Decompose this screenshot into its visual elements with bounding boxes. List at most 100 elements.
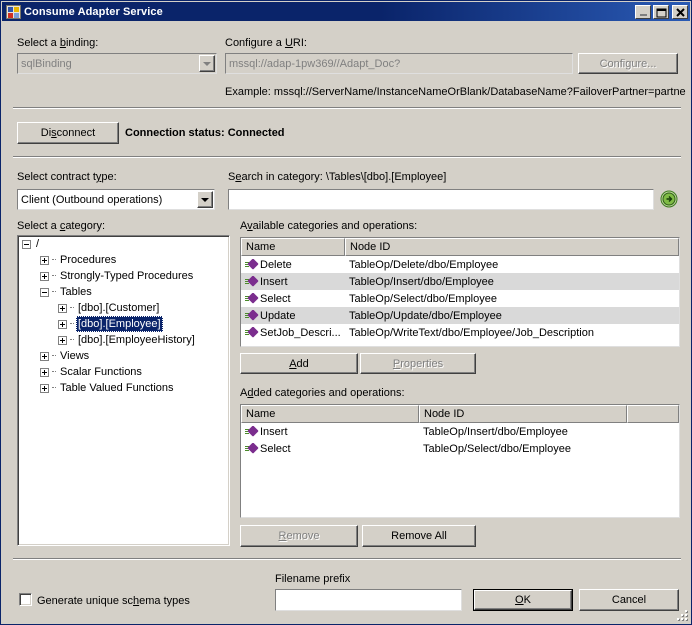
category-tree[interactable]: / Procedures Strongly-Typed Procedures Tabl…	[18, 236, 229, 545]
binding-combobox[interactable]: sqlBinding	[17, 53, 217, 74]
node-id-cell: TableOp/Update/dbo/Employee	[349, 309, 502, 322]
expand-plus-icon[interactable]	[40, 383, 49, 393]
added-header-row: Name Node ID	[241, 405, 679, 423]
expand-plus-icon[interactable]	[40, 271, 49, 281]
binding-label: Select a binding:	[17, 37, 99, 49]
operation-name-text: Insert	[260, 275, 288, 288]
node-id-cell: TableOp/WriteText/dbo/Employee/Job_Descr…	[349, 326, 594, 339]
tree-item-label: Strongly-Typed Procedures	[60, 270, 194, 282]
list-item[interactable]: Insert TableOp/Insert/dbo/Employee	[241, 273, 679, 290]
added-rows[interactable]: Insert TableOp/Insert/dbo/Employee Select T…	[241, 423, 679, 457]
tree-item[interactable]: [dbo].[Employee]	[18, 316, 229, 332]
expand-plus-icon[interactable]	[58, 303, 67, 313]
tree-connector	[52, 275, 56, 277]
close-icon[interactable]	[672, 4, 688, 19]
operation-diamond-icon	[245, 326, 259, 339]
divider-3	[13, 558, 681, 560]
contract-type-combobox[interactable]: Client (Outbound operations)	[17, 189, 215, 210]
expand-plus-icon[interactable]	[58, 319, 67, 329]
available-header-row: Name Node ID	[241, 238, 679, 256]
tree-item[interactable]: /	[18, 236, 229, 252]
filename-prefix-label: Filename prefix	[275, 573, 351, 585]
tree-item-label: [dbo].[Employee]	[76, 316, 163, 332]
column-header[interactable]: Name	[241, 238, 345, 256]
generate-unique-schema-checkbox[interactable]	[19, 593, 32, 606]
column-header[interactable]: Name	[241, 405, 419, 423]
available-rows[interactable]: Delete TableOp/Delete/dbo/Employee Insert T…	[241, 256, 679, 341]
operation-diamond-icon	[245, 258, 259, 271]
list-item[interactable]: Delete TableOp/Delete/dbo/Employee	[241, 256, 679, 273]
tree-connector	[52, 355, 56, 357]
column-header[interactable]	[627, 405, 679, 423]
tree-item[interactable]: Scalar Functions	[18, 364, 229, 380]
tree-item-label: Scalar Functions	[60, 366, 142, 378]
operation-name-text: Select	[260, 442, 291, 455]
tree-item-label: Table Valued Functions	[60, 382, 174, 394]
expand-plus-icon[interactable]	[58, 335, 67, 345]
search-input[interactable]	[228, 189, 654, 210]
tree-connector	[52, 371, 56, 373]
go-arrow-icon[interactable]	[660, 190, 678, 208]
operation-name-text: Insert	[260, 425, 288, 438]
column-header[interactable]: Node ID	[419, 405, 627, 423]
uri-value: mssql://adap-1pw369//Adapt_Doc?	[229, 57, 401, 70]
operation-diamond-icon	[245, 292, 259, 305]
category-label: Select a category:	[17, 220, 106, 232]
tree-connector	[70, 339, 74, 341]
node-id-cell: TableOp/Select/dbo/Employee	[423, 442, 571, 455]
list-item[interactable]: SetJob_Descri... TableOp/WriteText/dbo/Em…	[241, 324, 679, 341]
tree-item[interactable]: Procedures	[18, 252, 229, 268]
minimize-icon[interactable]	[635, 4, 651, 19]
maximize-icon[interactable]	[653, 4, 669, 19]
collapse-minus-icon[interactable]	[40, 287, 49, 297]
operation-diamond-icon	[245, 275, 259, 288]
ok-button[interactable]: OK	[473, 589, 573, 611]
uri-input[interactable]: mssql://adap-1pw369//Adapt_Doc?	[225, 53, 573, 74]
added-listview[interactable]: Name Node ID Insert TableOp/Insert/dbo/Emp…	[240, 404, 680, 518]
chevron-down-icon[interactable]	[197, 191, 213, 208]
cancel-button[interactable]: Cancel	[579, 589, 679, 611]
tree-item[interactable]: [dbo].[Customer]	[18, 300, 229, 316]
tree-item[interactable]: Table Valued Functions	[18, 380, 229, 396]
list-item[interactable]: Insert TableOp/Insert/dbo/Employee	[241, 423, 679, 440]
collapse-minus-icon[interactable]	[22, 239, 31, 249]
column-header[interactable]: Node ID	[345, 238, 679, 256]
expand-plus-icon[interactable]	[40, 255, 49, 265]
node-id-cell: TableOp/Insert/dbo/Employee	[423, 425, 568, 438]
window-title: Consume Adapter Service	[24, 5, 163, 18]
operation-name-cell: Insert	[241, 275, 345, 288]
list-item[interactable]: Select TableOp/Select/dbo/Employee	[241, 290, 679, 307]
configure-button[interactable]: Configure...	[578, 53, 678, 74]
tree-item-label: Views	[60, 350, 90, 362]
tree-item[interactable]: Strongly-Typed Procedures	[18, 268, 229, 284]
tree-connector	[70, 307, 74, 309]
operation-name-text: Delete	[260, 258, 292, 271]
node-id-cell: TableOp/Delete/dbo/Employee	[349, 258, 499, 271]
app-icon	[6, 4, 21, 19]
disconnect-button[interactable]: Disconnect	[17, 122, 119, 144]
divider-1	[13, 107, 681, 109]
tree-item[interactable]: [dbo].[EmployeeHistory]	[18, 332, 229, 348]
remove-all-button[interactable]: Remove All	[362, 525, 476, 547]
expand-plus-icon[interactable]	[40, 367, 49, 377]
resize-grip[interactable]	[676, 609, 689, 622]
tree-item[interactable]: Views	[18, 348, 229, 364]
chevron-down-icon[interactable]	[199, 55, 215, 72]
properties-button[interactable]: Properties	[360, 353, 476, 374]
filename-prefix-input[interactable]	[275, 589, 462, 611]
operation-name-text: Select	[260, 292, 291, 305]
expand-plus-icon[interactable]	[40, 351, 49, 361]
add-button[interactable]: Add	[240, 353, 358, 374]
remove-button[interactable]: Remove	[240, 525, 358, 547]
added-label: Added categories and operations:	[240, 387, 405, 399]
divider-2	[13, 156, 681, 158]
list-item[interactable]: Select TableOp/Select/dbo/Employee	[241, 440, 679, 457]
tree-item-label: [dbo].[EmployeeHistory]	[78, 334, 195, 346]
tree-item[interactable]: Tables	[18, 284, 229, 300]
generate-unique-schema-label[interactable]: Generate unique schema types	[37, 595, 190, 607]
category-tree-panel[interactable]: / Procedures Strongly-Typed Procedures Tabl…	[17, 235, 230, 546]
node-id-cell: TableOp/Select/dbo/Employee	[349, 292, 497, 305]
available-listview[interactable]: Name Node ID Delete TableOp/Delete/dbo/Emp…	[240, 237, 680, 347]
tree-item-label: /	[36, 238, 40, 250]
list-item[interactable]: Update TableOp/Update/dbo/Employee	[241, 307, 679, 324]
